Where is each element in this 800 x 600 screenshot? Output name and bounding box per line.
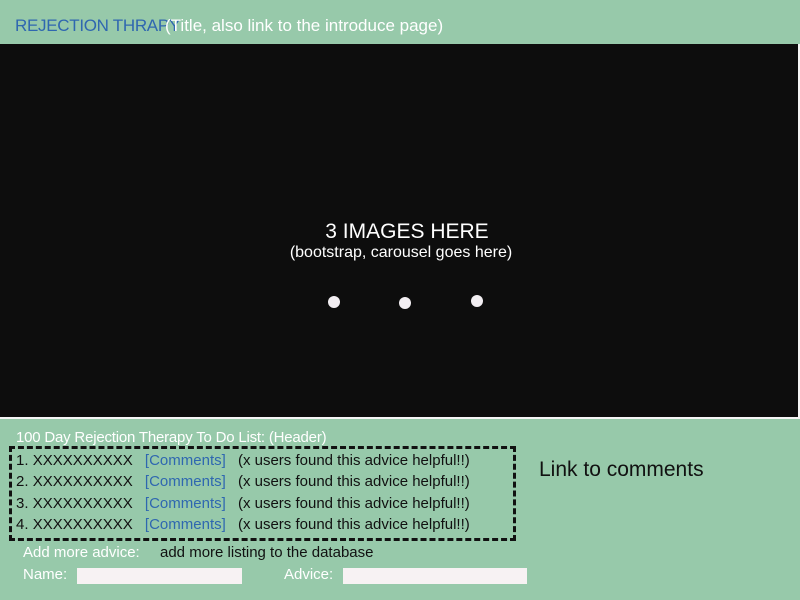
carousel-indicator-1[interactable] (328, 296, 340, 308)
comments-link[interactable]: [Comments] (145, 452, 226, 469)
helpful-count: (x users found this advice helpful!!) (237, 473, 470, 490)
image-carousel[interactable]: 3 IMAGES HERE (bootstrap, carousel goes … (0, 44, 800, 419)
todo-list-header: 100 Day Rejection Therapy To Do List: (H… (16, 429, 327, 446)
name-input[interactable] (77, 568, 242, 584)
carousel-indicator-2[interactable] (399, 297, 411, 309)
list-item: 2. XXXXXXXXXX [Comments] (x users found … (16, 473, 470, 494)
item-number: 3. (16, 495, 29, 512)
carousel-subtitle: (bootstrap, carousel goes here) (289, 244, 513, 261)
list-item: 3. XXXXXXXXXX [Comments] (x users found … (16, 495, 470, 516)
carousel-indicator-3[interactable] (471, 295, 483, 307)
item-number: 1. (16, 452, 29, 469)
link-to-comments-note: Link to comments (539, 458, 704, 481)
carousel-title: 3 IMAGES HERE (325, 220, 489, 243)
site-title-link[interactable]: REJECTION THRAPY (15, 16, 180, 36)
item-text: XXXXXXXXXX (32, 473, 133, 490)
helpful-count: (x users found this advice helpful!!) (237, 495, 470, 512)
advice-input[interactable] (343, 568, 527, 584)
item-text: XXXXXXXXXX (32, 516, 133, 533)
list-item: 4. XXXXXXXXXX [Comments] (x users found … (16, 516, 470, 537)
comments-link[interactable]: [Comments] (145, 473, 226, 490)
add-advice-label: Add more advice: (23, 544, 140, 561)
item-number: 2. (16, 473, 29, 490)
top-bar: REJECTION THRAPY (Title, also link to th… (0, 0, 800, 43)
list-item: 1. XXXXXXXXXX [Comments] (x users found … (16, 452, 470, 473)
add-advice-description: add more listing to the database (160, 544, 374, 561)
helpful-count: (x users found this advice helpful!!) (237, 516, 470, 533)
item-text: XXXXXXXXXX (32, 495, 133, 512)
item-text: XXXXXXXXXX (32, 452, 133, 469)
advice-label: Advice: (284, 566, 334, 583)
comments-link[interactable]: [Comments] (145, 516, 226, 533)
title-note: (Title, also link to the introduce page) (165, 16, 444, 35)
helpful-count: (x users found this advice helpful!!) (237, 452, 470, 469)
item-number: 4. (16, 516, 29, 533)
comments-link[interactable]: [Comments] (145, 495, 226, 512)
name-label: Name: (23, 566, 68, 583)
